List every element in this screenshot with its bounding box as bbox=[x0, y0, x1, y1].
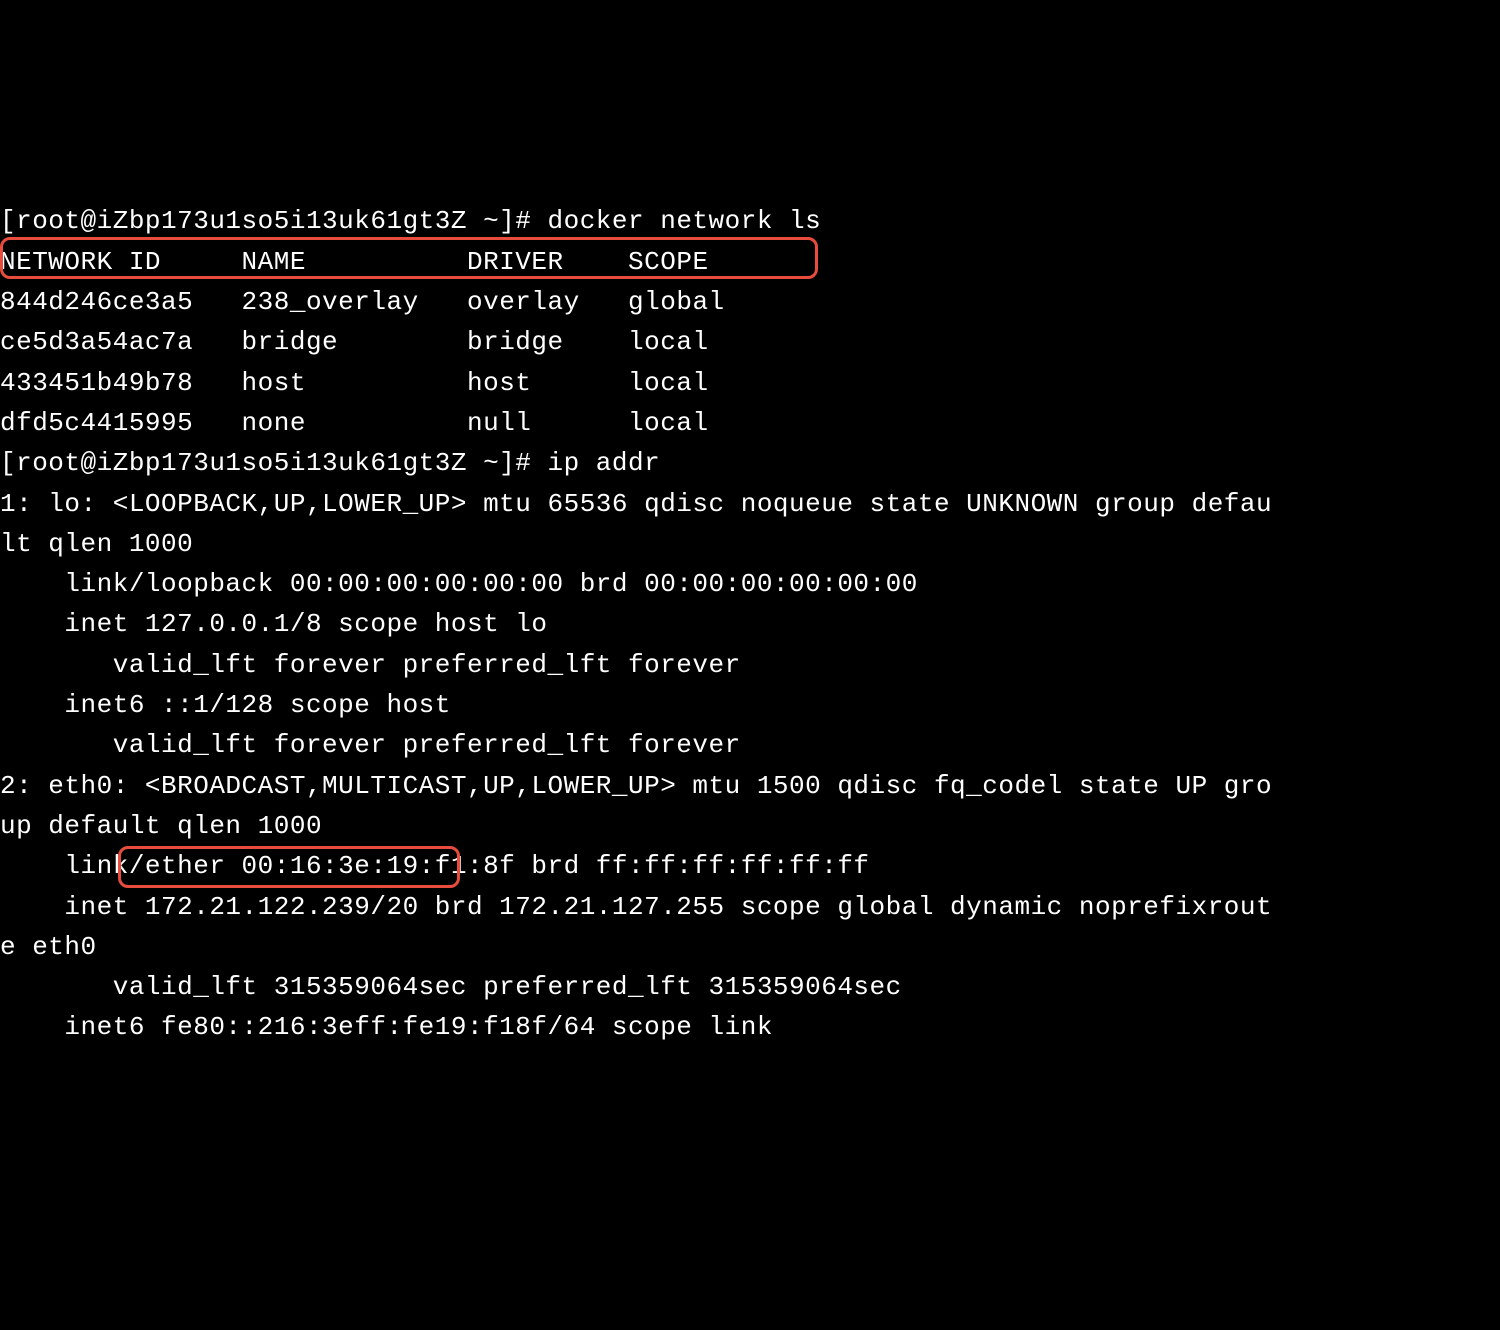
ip-output-line: valid_lft forever preferred_lft forever bbox=[0, 650, 741, 680]
ip-output-line: inet6 fe80::216:3eff:fe19:f18f/64 scope … bbox=[0, 1012, 773, 1042]
ip-output-line: inet 127.0.0.1/8 scope host lo bbox=[0, 609, 548, 639]
network-name: none bbox=[242, 408, 306, 438]
command: docker network ls bbox=[548, 206, 822, 236]
network-driver: bridge bbox=[467, 327, 564, 357]
network-id: dfd5c4415995 bbox=[0, 408, 193, 438]
network-id: 844d246ce3a5 bbox=[0, 287, 193, 317]
network-name: host bbox=[242, 368, 306, 398]
ip-output-line: lt qlen 1000 bbox=[0, 529, 193, 559]
terminal-output[interactable]: [root@iZbp173u1so5i13uk61gt3Z ~]# docker… bbox=[0, 161, 1500, 1128]
ip-output-line: inet6 ::1/128 scope host bbox=[0, 690, 451, 720]
network-name: 238_overlay bbox=[242, 287, 419, 317]
ip-output-line: link/loopback 00:00:00:00:00:00 brd 00:0… bbox=[0, 569, 918, 599]
ip-output-line: e eth0 bbox=[0, 932, 97, 962]
network-scope: global bbox=[628, 287, 725, 317]
ip-output-line: valid_lft forever preferred_lft forever bbox=[0, 730, 741, 760]
command: ip addr bbox=[548, 448, 661, 478]
network-id: 433451b49b78 bbox=[0, 368, 193, 398]
ip-output-line: link/ether 00:16:3e:19:f1:8f brd ff:ff:f… bbox=[0, 851, 870, 881]
ip-output-line: up default qlen 1000 bbox=[0, 811, 322, 841]
ip-output-line: 2: eth0: <BROADCAST,MULTICAST,UP,LOWER_U… bbox=[0, 771, 1272, 801]
prompt: [root@iZbp173u1so5i13uk61gt3Z ~]# bbox=[0, 448, 548, 478]
ip-output-line: inet 172.21.122.239/20 brd 172.21.127.25… bbox=[0, 892, 1272, 922]
network-id: ce5d3a54ac7a bbox=[0, 327, 193, 357]
ip-output-line: 1: lo: <LOOPBACK,UP,LOWER_UP> mtu 65536 … bbox=[0, 489, 1272, 519]
prompt: [root@iZbp173u1so5i13uk61gt3Z ~]# bbox=[0, 206, 548, 236]
table-header-name: NAME bbox=[242, 247, 306, 277]
network-scope: local bbox=[628, 408, 709, 438]
network-scope: local bbox=[628, 327, 709, 357]
network-scope: local bbox=[628, 368, 709, 398]
network-name: bridge bbox=[242, 327, 339, 357]
ip-output-line: valid_lft 315359064sec preferred_lft 315… bbox=[0, 972, 902, 1002]
network-driver: host bbox=[467, 368, 531, 398]
network-driver: null bbox=[467, 408, 531, 438]
network-driver: overlay bbox=[467, 287, 580, 317]
table-header-id: NETWORK ID bbox=[0, 247, 161, 277]
table-header-scope: SCOPE bbox=[628, 247, 709, 277]
table-header-driver: DRIVER bbox=[467, 247, 564, 277]
